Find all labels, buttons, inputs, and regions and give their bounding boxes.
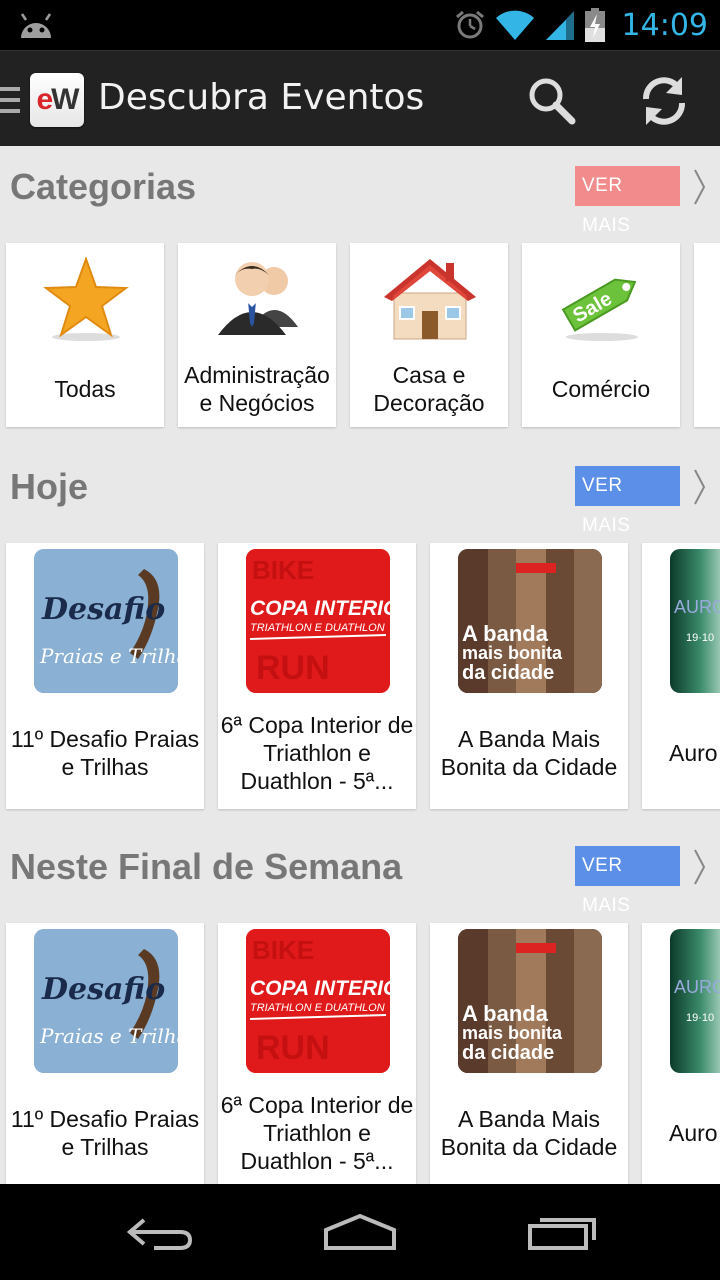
svg-text:AURO: AURO — [674, 597, 720, 617]
event-title: 6ª Copa Interior de Triathlon e Duathlon… — [220, 1092, 414, 1174]
section-categorias-header: Categorias VER MAIS — [0, 146, 720, 236]
event-thumbnail: AURO 19·10 — [670, 549, 720, 693]
signal-icon — [545, 11, 574, 40]
category-card-todas[interactable]: Todas — [6, 243, 164, 427]
event-card[interactable]: A banda mais bonita da cidade A Banda Ma… — [430, 923, 628, 1184]
system-nav-bar — [0, 1184, 720, 1280]
wifi-icon — [495, 10, 534, 40]
svg-text:BIKE: BIKE — [252, 555, 314, 585]
event-card[interactable]: Desafio Praias e Trilhas 11º Desafio Pra… — [6, 543, 204, 809]
section-title: Neste Final de Semana — [10, 846, 403, 887]
event-title: 6ª Copa Interior de Triathlon e Duathlon… — [220, 712, 414, 794]
recent-apps-icon[interactable] — [526, 1212, 598, 1252]
refresh-icon[interactable] — [636, 73, 692, 129]
event-card[interactable]: AURO 19·10 Auro — [642, 543, 720, 809]
event-title: 11º Desafio Praias e Trilhas — [10, 726, 200, 780]
event-title: Auro — [669, 740, 718, 766]
ver-mais-button[interactable]: VER MAIS — [575, 846, 680, 916]
category-card-comercio[interactable]: Sale Comércio — [522, 243, 680, 427]
category-card-casa[interactable]: Casa e Decoração — [350, 243, 508, 427]
home-icon[interactable] — [322, 1212, 398, 1252]
svg-text:RUN: RUN — [256, 1029, 330, 1067]
page-title: Descubra Eventos — [98, 77, 425, 118]
svg-text:Praias e Trilhas: Praias e Trilhas — [39, 1024, 178, 1048]
action-bar: eW Descubra Eventos — [0, 50, 720, 146]
svg-text:19·10: 19·10 — [686, 1012, 714, 1024]
category-label: Comércio — [551, 376, 651, 402]
star-icon — [43, 257, 129, 341]
event-thumbnail: A banda mais bonita da cidade — [458, 929, 602, 1073]
event-thumbnail: A banda mais bonita da cidade — [458, 549, 602, 693]
svg-text:Desafio: Desafio — [41, 972, 165, 1007]
event-card[interactable]: A banda mais bonita da cidade A Banda Ma… — [430, 543, 628, 809]
chevron-right-icon[interactable] — [692, 168, 708, 206]
event-thumbnail: Desafio Praias e Trilhas — [34, 929, 178, 1073]
event-title: A Banda Mais Bonita da Cidade — [440, 1106, 618, 1160]
category-card-partial[interactable] — [694, 243, 720, 427]
drawer-indicator-icon[interactable] — [0, 87, 22, 115]
svg-text:Desafio: Desafio — [41, 592, 165, 627]
status-bar: 14:09 — [0, 0, 720, 50]
event-title: Auro — [669, 1120, 718, 1146]
sale-tag-icon: Sale — [561, 278, 638, 341]
event-thumbnail: BIKE RUN COPA INTERIOR TRIATHLON E DUATH… — [246, 549, 390, 693]
clock: 14:09 — [621, 7, 708, 43]
content-scroll[interactable]: Categorias VER MAIS Todas Administração … — [0, 146, 720, 1184]
chevron-right-icon[interactable] — [692, 468, 708, 506]
section-title: Categorias — [10, 166, 197, 207]
event-title: A Banda Mais Bonita da Cidade — [440, 726, 618, 780]
svg-text:BIKE: BIKE — [252, 935, 314, 965]
svg-text:da cidade: da cidade — [462, 662, 554, 684]
category-card-administracao[interactable]: Administração e Negócios — [178, 243, 336, 427]
event-thumbnail: AURO 19·10 — [670, 929, 720, 1073]
svg-text:da cidade: da cidade — [462, 1042, 554, 1064]
ver-mais-button[interactable]: VER MAIS — [575, 466, 680, 536]
event-title: 11º Desafio Praias e Trilhas — [10, 1106, 200, 1160]
svg-text:RUN: RUN — [256, 649, 330, 687]
event-card[interactable]: AURO 19·10 Auro — [642, 923, 720, 1184]
svg-text:AURO: AURO — [674, 977, 720, 997]
chevron-right-icon[interactable] — [692, 848, 708, 886]
svg-text:mais bonita: mais bonita — [462, 1023, 563, 1043]
ver-mais-button[interactable]: VER MAIS — [575, 166, 680, 236]
svg-text:COPA INTERIOR: COPA INTERIOR — [250, 597, 390, 620]
android-notification-icon — [20, 13, 52, 38]
svg-text:19·10: 19·10 — [686, 632, 714, 644]
event-thumbnail: BIKE RUN COPA INTERIOR TRIATHLON E DUATH… — [246, 929, 390, 1073]
event-card[interactable]: Desafio Praias e Trilhas 11º Desafio Pra… — [6, 923, 204, 1184]
event-card[interactable]: BIKE RUN COPA INTERIOR TRIATHLON E DUATH… — [218, 543, 416, 809]
svg-text:TRIATHLON E DUATHLON: TRIATHLON E DUATHLON — [250, 1002, 385, 1014]
section-hoje-header: Hoje VER MAIS — [0, 446, 720, 536]
category-label: Todas — [54, 376, 116, 402]
business-people-icon — [218, 262, 298, 335]
back-icon[interactable] — [124, 1212, 196, 1252]
search-icon[interactable] — [526, 75, 578, 127]
section-fim-semana-header: Neste Final de Semana VER MAIS — [0, 826, 720, 916]
svg-text:COPA INTERIOR: COPA INTERIOR — [250, 977, 390, 1000]
battery-charging-icon — [584, 8, 605, 42]
svg-text:Praias e Trilhas: Praias e Trilhas — [39, 644, 178, 668]
category-label: Casa e Decoração — [373, 362, 485, 416]
app-logo[interactable]: eW — [30, 73, 84, 127]
category-label: Administração e Negócios — [184, 362, 330, 416]
house-icon — [384, 259, 476, 340]
alarm-icon — [455, 10, 484, 39]
event-card[interactable]: BIKE RUN COPA INTERIOR TRIATHLON E DUATH… — [218, 923, 416, 1184]
event-thumbnail: Desafio Praias e Trilhas — [34, 549, 178, 693]
svg-text:TRIATHLON E DUATHLON: TRIATHLON E DUATHLON — [250, 622, 385, 634]
svg-text:mais bonita: mais bonita — [462, 643, 563, 663]
section-title: Hoje — [10, 466, 89, 507]
